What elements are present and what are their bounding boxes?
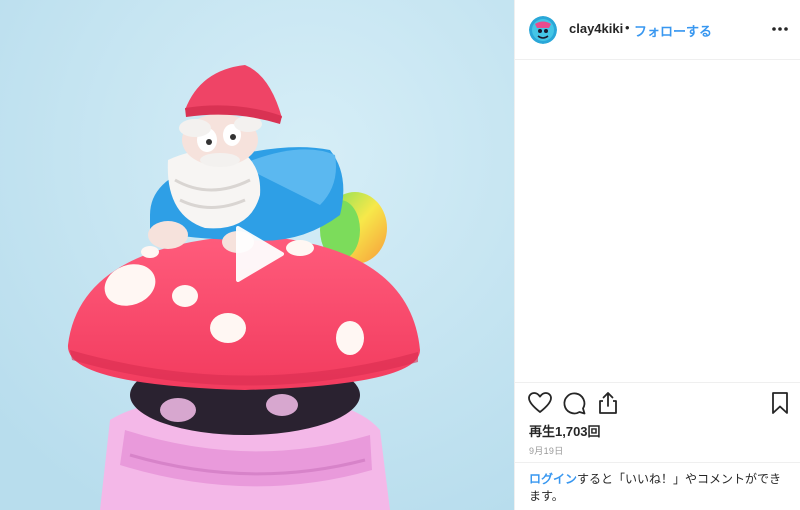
share-icon[interactable] <box>595 390 621 416</box>
action-bar <box>527 390 789 416</box>
comment-bubble-icon[interactable] <box>561 390 587 416</box>
actions-divider <box>515 382 800 383</box>
comment-divider <box>515 462 800 463</box>
heart-icon[interactable] <box>527 390 553 416</box>
header-separator: • <box>625 20 630 35</box>
view-count[interactable]: 再生1,703回 <box>529 421 601 440</box>
login-prompt: ログインすると「いいね！」やコメントができます。 <box>529 471 791 505</box>
post-header: clay4kiki • フォローする <box>515 0 800 60</box>
avatar[interactable] <box>529 16 557 44</box>
avatar-image <box>529 16 557 44</box>
login-link[interactable]: ログイン <box>529 472 577 486</box>
username-link[interactable]: clay4kiki <box>569 21 623 36</box>
post-sidebar: clay4kiki • フォローする 再生1,703回 9月19日 ログインする… <box>514 0 800 510</box>
bookmark-icon[interactable] <box>767 390 793 416</box>
play-icon[interactable] <box>230 224 290 284</box>
post-video[interactable] <box>0 0 514 510</box>
post-date[interactable]: 9月19日 <box>529 444 564 457</box>
more-horizontal-icon[interactable] <box>769 18 791 40</box>
instagram-post: clay4kiki • フォローする 再生1,703回 9月19日 ログインする… <box>0 0 800 510</box>
follow-button[interactable]: フォローする <box>634 21 712 40</box>
